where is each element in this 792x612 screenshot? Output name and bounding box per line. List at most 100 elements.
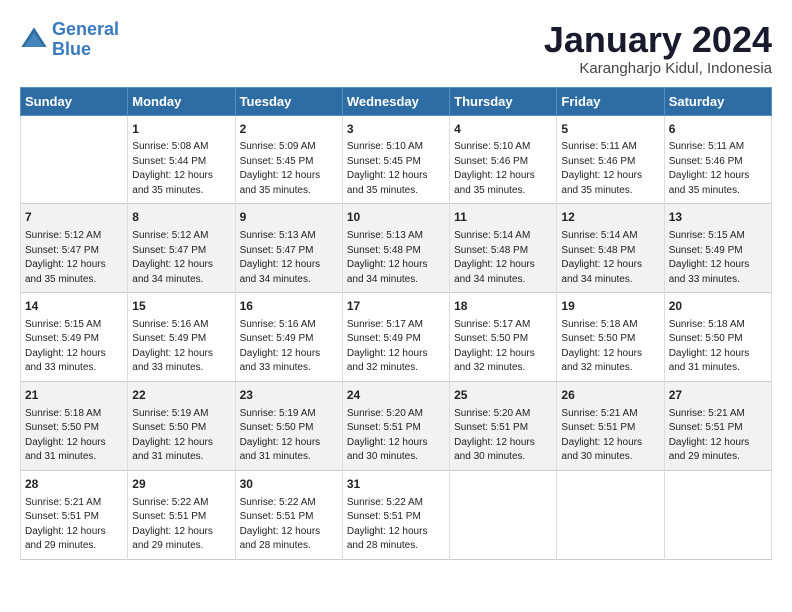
day-content: Sunrise: 5:12 AMSunset: 5:47 PMDaylight:… [132, 229, 230, 287]
header-cell-tuesday: Tuesday [235, 87, 342, 115]
header-cell-monday: Monday [128, 87, 235, 115]
day-number: 8 [132, 209, 230, 226]
calendar-cell: 17 Sunrise: 5:17 AMSunset: 5:49 PMDayligh… [342, 293, 449, 382]
calendar-cell: 8 Sunrise: 5:12 AMSunset: 5:47 PMDaylight… [128, 204, 235, 293]
day-number: 4 [454, 121, 552, 138]
day-number: 6 [669, 121, 767, 138]
day-content: Sunrise: 5:19 AMSunset: 5:50 PMDaylight:… [132, 407, 230, 465]
day-number: 29 [132, 476, 230, 493]
calendar-cell: 5 Sunrise: 5:11 AMSunset: 5:46 PMDaylight… [557, 115, 664, 204]
day-number: 15 [132, 298, 230, 315]
day-number: 1 [132, 121, 230, 138]
day-number: 16 [240, 298, 338, 315]
calendar-cell: 15 Sunrise: 5:16 AMSunset: 5:49 PMDayligh… [128, 293, 235, 382]
calendar-header-row: SundayMondayTuesdayWednesdayThursdayFrid… [21, 87, 772, 115]
day-content: Sunrise: 5:20 AMSunset: 5:51 PMDaylight:… [454, 407, 552, 465]
day-number: 9 [240, 209, 338, 226]
day-number: 10 [347, 209, 445, 226]
day-content: Sunrise: 5:19 AMSunset: 5:50 PMDaylight:… [240, 407, 338, 465]
week-row-5: 28 Sunrise: 5:21 AMSunset: 5:51 PMDayligh… [21, 470, 772, 559]
calendar-cell: 28 Sunrise: 5:21 AMSunset: 5:51 PMDayligh… [21, 470, 128, 559]
calendar-cell: 7 Sunrise: 5:12 AMSunset: 5:47 PMDaylight… [21, 204, 128, 293]
day-content: Sunrise: 5:14 AMSunset: 5:48 PMDaylight:… [454, 229, 552, 287]
header-cell-saturday: Saturday [664, 87, 771, 115]
day-number: 18 [454, 298, 552, 315]
day-content: Sunrise: 5:21 AMSunset: 5:51 PMDaylight:… [25, 496, 123, 554]
day-content: Sunrise: 5:13 AMSunset: 5:48 PMDaylight:… [347, 229, 445, 287]
calendar-cell [664, 470, 771, 559]
logo-icon [20, 26, 48, 54]
week-row-3: 14 Sunrise: 5:15 AMSunset: 5:49 PMDayligh… [21, 293, 772, 382]
calendar-cell: 30Sunrise: 5:22 AMSunset: 5:51 PMDayligh… [235, 470, 342, 559]
header-cell-friday: Friday [557, 87, 664, 115]
day-number: 23 [240, 387, 338, 404]
calendar-cell: 18Sunrise: 5:17 AMSunset: 5:50 PMDayligh… [450, 293, 557, 382]
day-number: 20 [669, 298, 767, 315]
calendar-body: 1Sunrise: 5:08 AMSunset: 5:44 PMDaylight… [21, 115, 772, 559]
calendar-cell: 26Sunrise: 5:21 AMSunset: 5:51 PMDayligh… [557, 381, 664, 470]
day-content: Sunrise: 5:22 AMSunset: 5:51 PMDaylight:… [132, 496, 230, 554]
logo: General Blue [20, 20, 119, 60]
calendar-cell: 14 Sunrise: 5:15 AMSunset: 5:49 PMDayligh… [21, 293, 128, 382]
logo-line2: Blue [52, 39, 91, 59]
day-content: Sunrise: 5:15 AMSunset: 5:49 PMDaylight:… [25, 318, 123, 376]
day-number: 5 [561, 121, 659, 138]
day-content: Sunrise: 5:10 AMSunset: 5:45 PMDaylight:… [347, 140, 445, 198]
calendar-cell: 23 Sunrise: 5:19 AMSunset: 5:50 PMDayligh… [235, 381, 342, 470]
calendar-table: SundayMondayTuesdayWednesdayThursdayFrid… [20, 87, 772, 560]
day-content: Sunrise: 5:18 AMSunset: 5:50 PMDaylight:… [561, 318, 659, 376]
day-content: Sunrise: 5:22 AMSunset: 5:51 PMDaylight:… [240, 496, 338, 554]
calendar-cell: 29 Sunrise: 5:22 AMSunset: 5:51 PMDayligh… [128, 470, 235, 559]
day-content: Sunrise: 5:10 AMSunset: 5:46 PMDaylight:… [454, 140, 552, 198]
day-content: Sunrise: 5:16 AMSunset: 5:49 PMDaylight:… [132, 318, 230, 376]
calendar-cell: 3 Sunrise: 5:10 AMSunset: 5:45 PMDaylight… [342, 115, 449, 204]
logo-line1: General [52, 19, 119, 39]
day-content: Sunrise: 5:13 AMSunset: 5:47 PMDaylight:… [240, 229, 338, 287]
week-row-2: 7 Sunrise: 5:12 AMSunset: 5:47 PMDaylight… [21, 204, 772, 293]
calendar-cell: 9 Sunrise: 5:13 AMSunset: 5:47 PMDaylight… [235, 204, 342, 293]
day-number: 24 [347, 387, 445, 404]
week-row-1: 1Sunrise: 5:08 AMSunset: 5:44 PMDaylight… [21, 115, 772, 204]
calendar-cell: 20 Sunrise: 5:18 AMSunset: 5:50 PMDayligh… [664, 293, 771, 382]
day-content: Sunrise: 5:14 AMSunset: 5:48 PMDaylight:… [561, 229, 659, 287]
day-number: 3 [347, 121, 445, 138]
calendar-cell: 19 Sunrise: 5:18 AMSunset: 5:50 PMDayligh… [557, 293, 664, 382]
day-number: 13 [669, 209, 767, 226]
day-number: 12 [561, 209, 659, 226]
day-number: 28 [25, 476, 123, 493]
subtitle: Karangharjo Kidul, Indonesia [544, 60, 772, 77]
day-number: 17 [347, 298, 445, 315]
calendar-cell: 27 Sunrise: 5:21 AMSunset: 5:51 PMDayligh… [664, 381, 771, 470]
day-content: Sunrise: 5:16 AMSunset: 5:49 PMDaylight:… [240, 318, 338, 376]
day-content: Sunrise: 5:18 AMSunset: 5:50 PMDaylight:… [669, 318, 767, 376]
day-number: 27 [669, 387, 767, 404]
day-content: Sunrise: 5:12 AMSunset: 5:47 PMDaylight:… [25, 229, 123, 287]
calendar-cell: 1Sunrise: 5:08 AMSunset: 5:44 PMDaylight… [128, 115, 235, 204]
calendar-cell: 6Sunrise: 5:11 AMSunset: 5:46 PMDaylight… [664, 115, 771, 204]
day-number: 19 [561, 298, 659, 315]
calendar-cell: 12 Sunrise: 5:14 AMSunset: 5:48 PMDayligh… [557, 204, 664, 293]
calendar-cell [450, 470, 557, 559]
day-number: 14 [25, 298, 123, 315]
day-content: Sunrise: 5:11 AMSunset: 5:46 PMDaylight:… [561, 140, 659, 198]
header-cell-sunday: Sunday [21, 87, 128, 115]
calendar-cell: 16 Sunrise: 5:16 AMSunset: 5:49 PMDayligh… [235, 293, 342, 382]
calendar-cell: 21Sunrise: 5:18 AMSunset: 5:50 PMDayligh… [21, 381, 128, 470]
day-content: Sunrise: 5:21 AMSunset: 5:51 PMDaylight:… [561, 407, 659, 465]
day-content: Sunrise: 5:22 AMSunset: 5:51 PMDaylight:… [347, 496, 445, 554]
calendar-cell [21, 115, 128, 204]
header-cell-thursday: Thursday [450, 87, 557, 115]
calendar-cell: 2Sunrise: 5:09 AMSunset: 5:45 PMDaylight… [235, 115, 342, 204]
header-cell-wednesday: Wednesday [342, 87, 449, 115]
day-content: Sunrise: 5:17 AMSunset: 5:49 PMDaylight:… [347, 318, 445, 376]
calendar-cell: 11Sunrise: 5:14 AMSunset: 5:48 PMDayligh… [450, 204, 557, 293]
day-content: Sunrise: 5:09 AMSunset: 5:45 PMDaylight:… [240, 140, 338, 198]
day-content: Sunrise: 5:18 AMSunset: 5:50 PMDaylight:… [25, 407, 123, 465]
day-content: Sunrise: 5:21 AMSunset: 5:51 PMDaylight:… [669, 407, 767, 465]
day-content: Sunrise: 5:20 AMSunset: 5:51 PMDaylight:… [347, 407, 445, 465]
day-number: 7 [25, 209, 123, 226]
day-content: Sunrise: 5:15 AMSunset: 5:49 PMDaylight:… [669, 229, 767, 287]
week-row-4: 21Sunrise: 5:18 AMSunset: 5:50 PMDayligh… [21, 381, 772, 470]
page-header: General Blue January 2024 Karangharjo Ki… [20, 20, 772, 77]
calendar-cell: 31Sunrise: 5:22 AMSunset: 5:51 PMDayligh… [342, 470, 449, 559]
